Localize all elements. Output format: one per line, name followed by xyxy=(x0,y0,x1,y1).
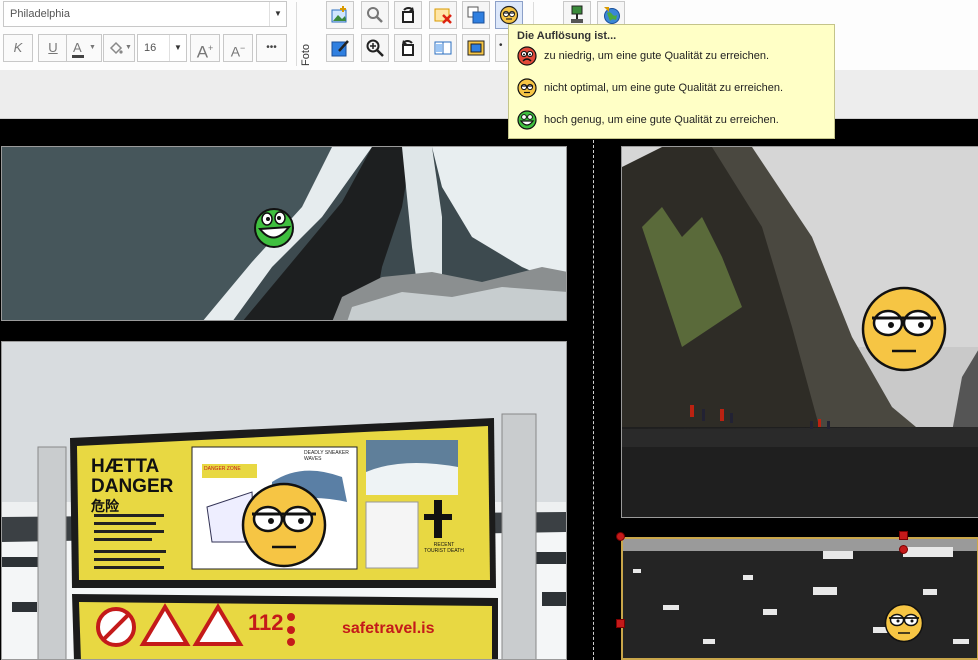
flip-icon xyxy=(434,41,452,55)
chevron-down-icon: ▼ xyxy=(89,44,96,51)
sad-red-smiley-icon xyxy=(517,46,537,66)
center-guide-line xyxy=(593,140,594,660)
rotate-left-icon xyxy=(402,40,414,56)
replace-photo-button[interactable] xyxy=(361,1,389,29)
crop-frame-button[interactable] xyxy=(462,1,490,29)
globe-icon xyxy=(604,7,620,24)
rotate-handle[interactable] xyxy=(899,545,908,554)
resize-handle-top[interactable] xyxy=(899,531,908,540)
chevron-down-icon[interactable]: ▼ xyxy=(169,35,186,61)
sign-website: safetravel.is xyxy=(342,620,435,637)
sign-deadly-waves: DEADLY SNEAKER WAVES xyxy=(304,450,349,462)
more-options-button[interactable]: ••• xyxy=(256,34,287,62)
zoom-photo-button[interactable] xyxy=(361,34,389,62)
neutral-yellow-smiley-icon xyxy=(499,5,519,25)
frame-icon xyxy=(467,40,485,56)
italic-label: K xyxy=(13,40,23,55)
sign-danger-zone: DANGER ZONE xyxy=(204,466,241,472)
insert-photo-button[interactable] xyxy=(326,1,354,29)
font-family-value: Philadelphia xyxy=(10,8,70,20)
resolution-tooltip: Die Auflösung ist... zu niedrig, um eine… xyxy=(508,24,835,139)
edit-photo-button[interactable] xyxy=(326,34,354,62)
paint-bucket-icon xyxy=(109,41,123,55)
neutral-yellow-smiley-icon xyxy=(241,482,327,568)
happy-green-smiley-icon xyxy=(517,110,537,130)
shrink-font-button[interactable]: A− xyxy=(223,34,253,62)
tooltip-text-high: hoch genug, um eine gute Qualität zu err… xyxy=(544,114,779,126)
color-underline xyxy=(72,55,84,58)
group-label-foto: Foto xyxy=(300,43,312,66)
italic-button[interactable]: K xyxy=(3,34,33,62)
delete-photo-icon xyxy=(434,8,452,24)
rotate-right-button[interactable] xyxy=(394,1,422,29)
divider xyxy=(296,2,297,66)
happy-green-smiley-icon xyxy=(254,208,294,248)
ellipsis-icon: • xyxy=(499,40,503,51)
chevron-down-icon: ▼ xyxy=(125,44,132,51)
resize-handle-top-left[interactable] xyxy=(616,532,625,541)
sign-heading-chinese: 危险 xyxy=(91,498,119,514)
font-size-dropdown[interactable]: 16 ▼ xyxy=(137,34,187,62)
underline-button[interactable]: U xyxy=(38,34,68,62)
sign-emergency-number: 112 xyxy=(248,610,284,635)
highlight-color-button[interactable]: ▼ xyxy=(103,34,135,62)
insert-photo-icon xyxy=(331,6,347,23)
sign-heading-haetta: HÆTTA xyxy=(91,456,160,477)
more-options-label: ••• xyxy=(266,42,277,53)
tooltip-title: Die Auflösung ist... xyxy=(517,30,617,42)
grow-font-label: A xyxy=(196,42,209,62)
font-family-dropdown[interactable]: Philadelphia ▼ xyxy=(3,1,287,27)
photo-link-icon xyxy=(571,5,583,23)
sign-recent-death: RECENT TOURIST DEATH xyxy=(424,542,464,554)
neutral-yellow-smiley-icon xyxy=(517,78,537,98)
rotate-left-button[interactable] xyxy=(394,34,422,62)
resize-handle-left[interactable] xyxy=(616,619,625,628)
replace-photo-icon xyxy=(367,7,383,23)
rotate-right-icon xyxy=(402,7,414,23)
chevron-down-icon[interactable]: ▼ xyxy=(269,2,286,26)
more-photo-options-button[interactable]: • xyxy=(495,34,509,62)
grow-font-button[interactable]: A+ xyxy=(190,34,220,62)
sign-heading-danger: DANGER xyxy=(91,476,174,497)
underline-label: U xyxy=(48,40,58,55)
frame-stack-icon xyxy=(467,6,485,24)
magnifier-icon xyxy=(366,39,384,57)
photo-black-sand-image xyxy=(623,539,977,658)
shrink-font-label: A xyxy=(230,43,241,60)
neutral-yellow-smiley-icon xyxy=(861,286,947,372)
flip-photo-button[interactable] xyxy=(429,34,457,62)
text-color-button[interactable]: A ▼ xyxy=(66,34,102,62)
frame-button[interactable] xyxy=(462,34,490,62)
delete-photo-button[interactable] xyxy=(429,1,457,29)
neutral-yellow-smiley-icon xyxy=(884,603,924,643)
tooltip-text-medium: nicht optimal, um eine gute Qualität zu … xyxy=(544,82,784,94)
photo-black-sand[interactable] xyxy=(621,537,978,660)
edit-photo-icon xyxy=(331,40,349,57)
tooltip-text-low: zu niedrig, um eine gute Qualität zu err… xyxy=(544,50,770,62)
font-size-value: 16 xyxy=(144,42,157,54)
